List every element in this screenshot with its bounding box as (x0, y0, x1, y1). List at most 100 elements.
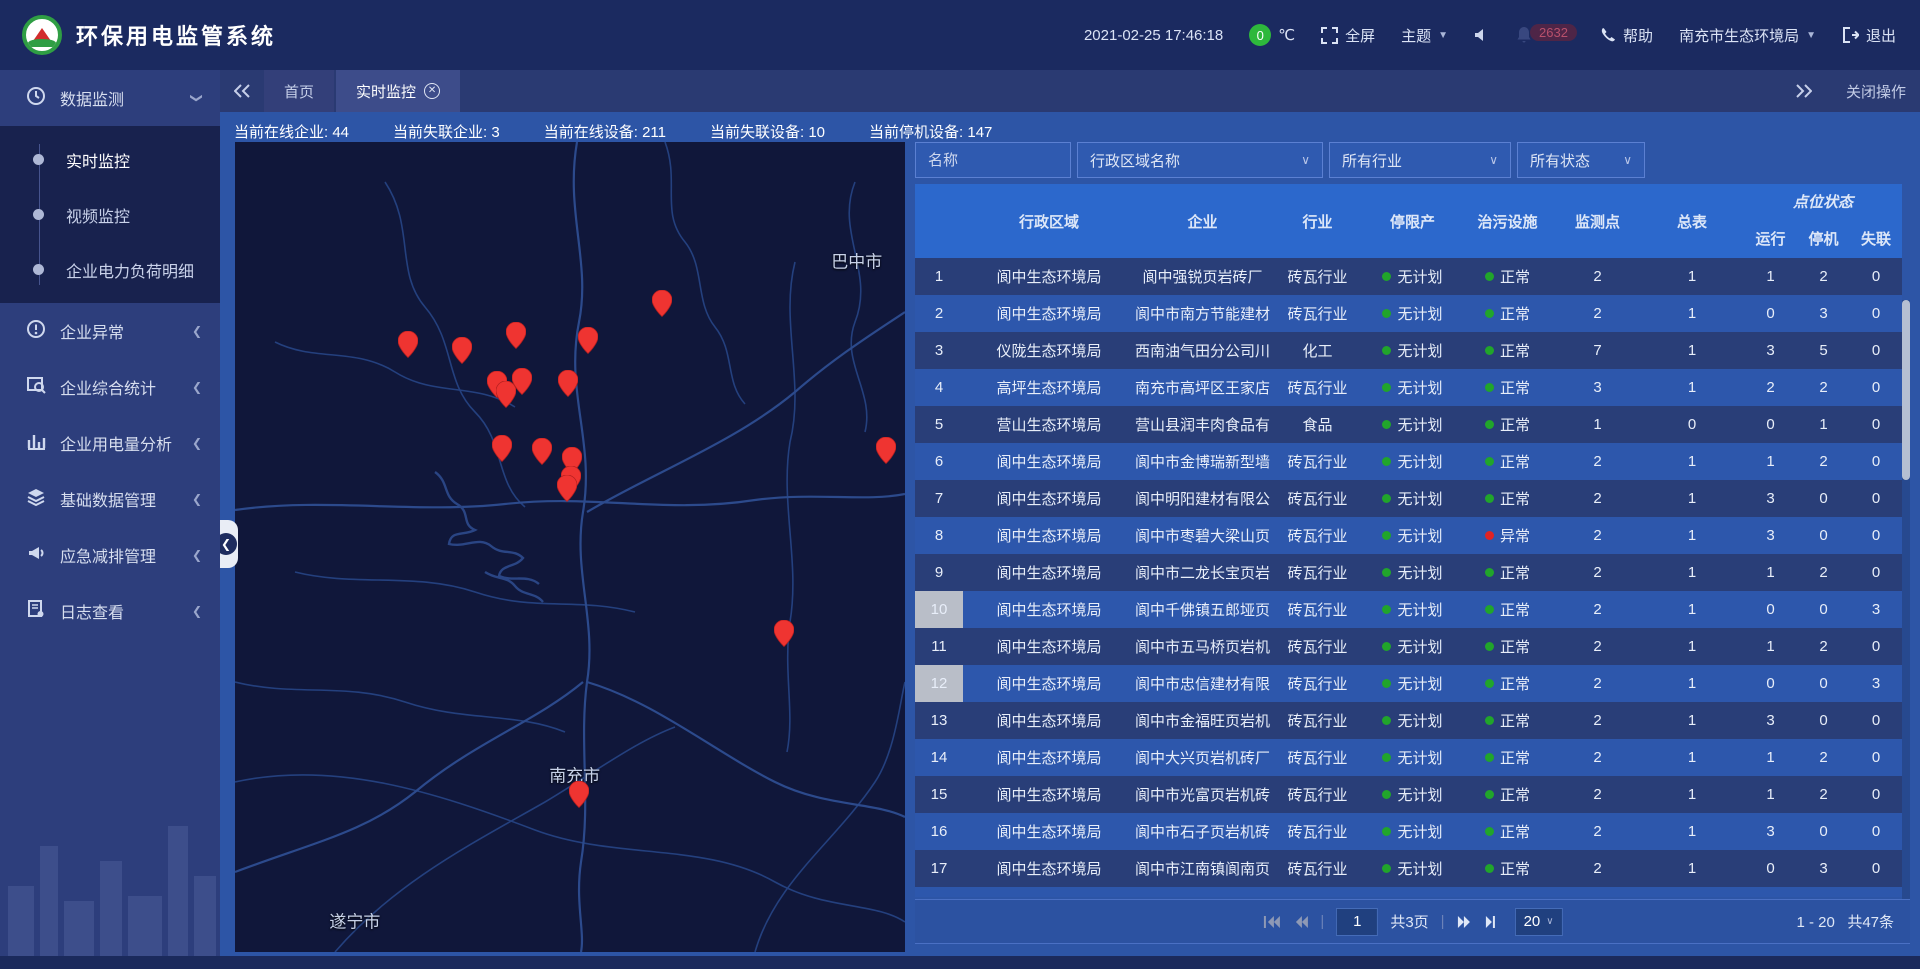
logout-button[interactable]: 退出 (1842, 25, 1896, 46)
row-monitor: 3 (1555, 369, 1640, 406)
map-pin-icon[interactable] (492, 435, 512, 462)
sidebar-subitem[interactable]: 实时监控 (0, 132, 220, 187)
map-pin-icon[interactable] (652, 290, 672, 317)
row-production-label: 无计划 (1397, 528, 1442, 545)
sidebar-subitem[interactable]: 企业电力负荷明细 (0, 242, 220, 297)
sidebar-item-4[interactable]: 基础数据管理❮ (0, 471, 220, 527)
chevron-left-icon: ❮ (192, 548, 202, 562)
row-facility: 正常 (1460, 628, 1555, 665)
map-pin-icon[interactable] (774, 620, 794, 647)
table-row[interactable]: 1阆中生态环境局阆中强锐页岩砖厂砖瓦行业无计划正常21120 (915, 258, 1902, 295)
last-page-button[interactable] (1485, 915, 1503, 929)
name-filter[interactable] (915, 142, 1071, 178)
row-facility-label: 正常 (1500, 269, 1530, 286)
app-root: 环保用电监管系统 2021-02-25 17:46:18 0 ℃ 全屏 主题 ▼ (0, 0, 1920, 969)
table-row[interactable]: 12阆中生态环境局阆中市忠信建材有限公砖瓦行业无计划正常21003 (915, 665, 1902, 702)
notifications-button[interactable]: 2632 (1516, 22, 1574, 48)
row-industry: 建材加工 (1270, 887, 1365, 897)
close-operations-button[interactable]: 关闭操作 (1846, 81, 1906, 102)
sidebar-item-2[interactable]: 企业综合统计❮ (0, 359, 220, 415)
row-industry: 砖瓦行业 (1270, 295, 1365, 332)
map-pin-icon[interactable] (876, 437, 896, 464)
bottom-strip (0, 956, 1920, 969)
row-industry: 砖瓦行业 (1270, 443, 1365, 480)
row-stop: 0 (1797, 813, 1850, 850)
first-page-button[interactable] (1262, 915, 1280, 929)
fullscreen-button[interactable]: 全屏 (1321, 25, 1375, 46)
sidebar-item-6[interactable]: 日志查看❮ (0, 583, 220, 639)
row-stop: 5 (1797, 332, 1850, 369)
phone-icon (1600, 27, 1616, 43)
table-row[interactable]: 18南部生态环境局南部县弘化小河有限公建材加工无计划正常60060 (915, 887, 1902, 897)
status-filter-select[interactable]: 所有状态 ∨ (1517, 142, 1645, 178)
row-facility: 正常 (1460, 295, 1555, 332)
sidebar-item-0[interactable]: 数据监测❯ (0, 70, 220, 126)
map-pin-icon[interactable] (569, 781, 589, 808)
table-row[interactable]: 14阆中生态环境局阆中大兴页岩机砖厂砖瓦行业无计划正常21120 (915, 739, 1902, 776)
table-row[interactable]: 11阆中生态环境局阆中市五马桥页岩机砖砖瓦行业无计划正常21120 (915, 628, 1902, 665)
stat-item: 当前在线设备: 211 (544, 121, 666, 142)
tab-1[interactable]: 实时监控✕ (336, 70, 460, 112)
col-meter: 总表 (1640, 184, 1744, 258)
next-page-button[interactable] (1457, 915, 1473, 929)
industry-filter-value: 所有行业 (1342, 150, 1402, 171)
chevron-left-icon: ❮ (192, 604, 202, 618)
alert-circle-icon (26, 319, 46, 344)
map-pin-icon[interactable] (578, 327, 598, 354)
table-row[interactable]: 4高坪生态环境局南充市高坪区王家店建砖瓦行业无计划正常31220 (915, 369, 1902, 406)
row-company: 阆中市石子页岩机砖厂 (1135, 813, 1270, 850)
map-pin-icon[interactable] (557, 475, 577, 502)
theme-menu-button[interactable]: 主题 ▼ (1401, 25, 1448, 46)
map-pin-icon[interactable] (398, 331, 418, 358)
map-pin-icon[interactable] (452, 337, 472, 364)
row-region: 阆中生态环境局 (963, 850, 1135, 887)
map-pin-icon[interactable] (506, 322, 526, 349)
table-row[interactable]: 15阆中生态环境局阆中市光富页岩机砖厂砖瓦行业无计划正常21120 (915, 776, 1902, 813)
table-row[interactable]: 13阆中生态环境局阆中市金福旺页岩机砖砖瓦行业无计划正常21300 (915, 702, 1902, 739)
close-icon[interactable]: ✕ (424, 83, 440, 99)
row-region: 营山生态环境局 (963, 406, 1135, 443)
help-button[interactable]: 帮助 (1600, 25, 1653, 46)
tab-scroll-left-button[interactable] (220, 70, 264, 112)
table-row[interactable]: 6阆中生态环境局阆中市金博瑞新型墙材砖瓦行业无计划正常21120 (915, 443, 1902, 480)
industry-filter-select[interactable]: 所有行业 ∨ (1329, 142, 1511, 178)
row-monitor: 2 (1555, 702, 1640, 739)
map-pin-icon[interactable] (558, 370, 578, 397)
table-row[interactable]: 17阆中生态环境局阆中市江南镇阆南页岩砖瓦行业无计划正常21030 (915, 850, 1902, 887)
sidebar-collapse-handle[interactable]: ❮ (220, 520, 238, 568)
row-facility-label: 正常 (1500, 454, 1530, 471)
sidebar-item-5[interactable]: 应急减排管理❮ (0, 527, 220, 583)
map-pin-icon[interactable] (512, 368, 532, 395)
tab-0[interactable]: 首页 (264, 70, 334, 112)
sidebar-subitem[interactable]: 视频监控 (0, 187, 220, 242)
tab-scroll-right-button[interactable] (1782, 84, 1826, 98)
row-production: 无计划 (1365, 665, 1460, 702)
tab-list: 首页实时监控✕ (264, 70, 462, 112)
map-pin-icon[interactable] (532, 438, 552, 465)
sidebar-item-1[interactable]: 企业异常❮ (0, 303, 220, 359)
org-menu-button[interactable]: 南充市生态环境局 ▼ (1679, 25, 1816, 46)
sidebar-item-3[interactable]: 企业用电量分析❮ (0, 415, 220, 471)
table-row[interactable]: 9阆中生态环境局阆中市二龙长宝页岩砖砖瓦行业无计划正常21120 (915, 554, 1902, 591)
page-size-select[interactable]: 20 ∨ (1515, 908, 1563, 936)
col-region: 行政区域 (963, 184, 1135, 258)
table-row[interactable]: 7阆中生态环境局阆中明阳建材有限公司砖瓦行业无计划正常21300 (915, 480, 1902, 517)
table-row[interactable]: 3仪陇生态环境局西南油气田分公司川中化工无计划正常71350 (915, 332, 1902, 369)
scrollbar-thumb[interactable] (1902, 300, 1910, 480)
mute-button[interactable] (1474, 27, 1490, 43)
table-row[interactable]: 10阆中生态环境局阆中千佛镇五郎垭页岩砖瓦行业无计划正常21003 (915, 591, 1902, 628)
prev-page-button[interactable] (1292, 915, 1308, 929)
map-panel[interactable]: 巴中市南充市遂宁市 (235, 142, 905, 952)
status-dot-icon (1485, 753, 1494, 762)
table-row[interactable]: 16阆中生态环境局阆中市石子页岩机砖厂砖瓦行业无计划正常21300 (915, 813, 1902, 850)
region-filter-select[interactable]: 行政区域名称 ∨ (1077, 142, 1323, 178)
name-filter-input[interactable] (928, 152, 1058, 169)
table-row[interactable]: 2阆中生态环境局阆中市南方节能建材有砖瓦行业无计划正常21030 (915, 295, 1902, 332)
table-row[interactable]: 5营山生态环境局营山县润丰肉食品有限食品无计划正常10010 (915, 406, 1902, 443)
row-index: 18 (915, 887, 963, 897)
stat-value: 211 (642, 124, 666, 141)
page-number-input[interactable]: 1 (1336, 908, 1378, 936)
status-dot-icon (1485, 531, 1494, 540)
table-scrollbar[interactable] (1902, 300, 1910, 939)
table-row[interactable]: 8阆中生态环境局阆中市枣碧大梁山页岩砖瓦行业无计划异常21300 (915, 517, 1902, 554)
